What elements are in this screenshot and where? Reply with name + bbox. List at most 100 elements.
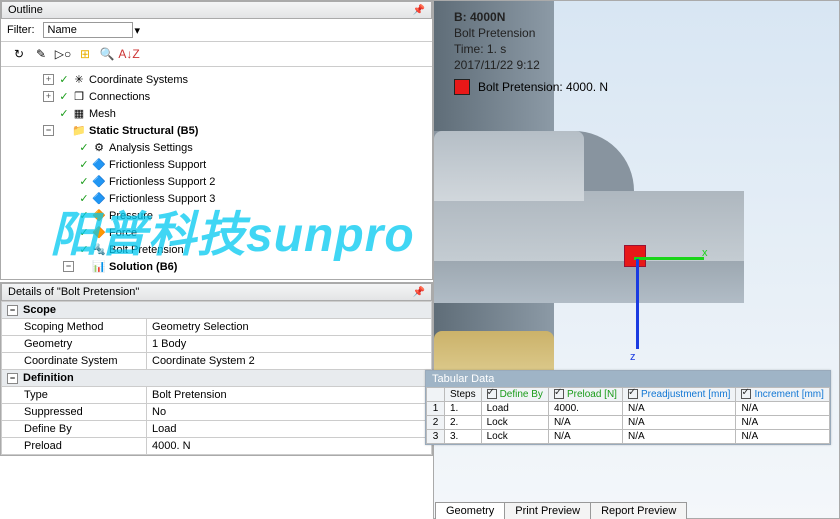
outline-tree[interactable]: +✓✳Coordinate Systems +✓❒Connections ✓▦M… <box>1 67 432 279</box>
checkbox-icon <box>487 389 497 399</box>
vp-name: Bolt Pretension <box>454 25 540 41</box>
outline-toolbar: ↻ ✎ ▷○ ⊞ 🔍 A↓Z <box>1 42 432 67</box>
table-row[interactable]: 33.LockN/AN/AN/A <box>427 430 830 444</box>
tabular-title: Tabular Data <box>426 371 830 387</box>
details-title: Details of "Bolt Pretension" <box>8 286 139 298</box>
legend-text: Bolt Pretension: 4000. N <box>478 80 608 94</box>
check-icon: ✓ <box>57 107 71 120</box>
filter-field[interactable] <box>43 22 133 38</box>
add-icon[interactable]: ⊞ <box>77 46 93 62</box>
checkbox-icon <box>741 389 751 399</box>
tree-force[interactable]: ✓🔶Force <box>19 224 428 241</box>
tree-coordinate-systems[interactable]: +✓✳Coordinate Systems <box>19 71 428 88</box>
checkbox-icon <box>554 389 564 399</box>
check-icon: ✓ <box>77 192 91 205</box>
checkbox-icon <box>628 389 638 399</box>
outline-panel: Outline 📌 Filter: ▾ ↻ ✎ ▷○ ⊞ 🔍 A↓Z +✓✳Co… <box>0 0 433 280</box>
row-define-by[interactable]: Define ByLoad <box>2 421 432 438</box>
th-preadj[interactable]: Preadjustment [mm] <box>622 388 735 402</box>
collapse-icon[interactable]: − <box>7 305 18 316</box>
tab-geometry[interactable]: Geometry <box>435 502 505 519</box>
viewport-legend: Bolt Pretension: 4000. N <box>454 79 608 95</box>
check-icon: ✓ <box>77 243 91 256</box>
axis-y-label: z <box>630 351 636 363</box>
pin-icon[interactable]: 📌 <box>413 5 425 16</box>
collapse-icon[interactable]: − <box>43 125 54 136</box>
check-icon: ✓ <box>77 158 91 171</box>
viewport-info: B: 4000N Bolt Pretension Time: 1. s 2017… <box>454 9 540 73</box>
tab-print-preview[interactable]: Print Preview <box>504 502 591 519</box>
filter-bar: Filter: ▾ <box>1 19 432 42</box>
tree-static-structural[interactable]: −📁Static Structural (B5) <box>19 122 428 139</box>
tree-frictionless-2[interactable]: ✓🔷Frictionless Support 2 <box>19 173 428 190</box>
th-define[interactable]: Define By <box>481 388 548 402</box>
th-steps[interactable]: Steps <box>445 388 482 402</box>
details-panel: Details of "Bolt Pretension" 📌 −Scope Sc… <box>0 282 433 456</box>
details-table: −Scope Scoping MethodGeometry Selection … <box>1 301 432 455</box>
vp-time: Time: 1. s <box>454 41 540 57</box>
th-incr[interactable]: Increment [mm] <box>736 388 829 402</box>
tree-frictionless-3[interactable]: ✓🔷Frictionless Support 3 <box>19 190 428 207</box>
collapse-icon[interactable]: − <box>7 373 18 384</box>
sort-icon[interactable]: A↓Z <box>121 46 137 62</box>
support-icon: 🔷 <box>91 192 107 205</box>
tabular-panel: Tabular Data Steps Define By Preload [N]… <box>425 370 831 445</box>
outline-title-bar: Outline 📌 <box>1 1 432 19</box>
support-icon: 🔷 <box>91 158 107 171</box>
check-icon: ✓ <box>57 73 71 86</box>
axis-icon: ✳ <box>71 73 87 86</box>
bottom-tabs: Geometry Print Preview Report Preview <box>435 502 686 519</box>
tree-pressure[interactable]: ✓🔶Pressure <box>19 207 428 224</box>
bolt-icon: 🔩 <box>91 243 107 256</box>
dropdown-icon[interactable]: ▾ <box>135 24 141 37</box>
pin-icon[interactable]: 📌 <box>413 287 425 298</box>
th-preload[interactable]: Preload [N] <box>548 388 622 402</box>
check-icon: ✓ <box>77 141 91 154</box>
tab-report-preview[interactable]: Report Preview <box>590 502 687 519</box>
table-row[interactable]: 22.LockN/AN/AN/A <box>427 416 830 430</box>
folder-icon: 📁 <box>71 124 87 137</box>
outline-title: Outline <box>8 4 43 16</box>
filter-icon[interactable]: 🔍 <box>99 46 115 62</box>
tree-analysis-settings[interactable]: ✓⚙Analysis Settings <box>19 139 428 156</box>
pressure-icon: 🔶 <box>91 209 107 222</box>
check-icon: ✓ <box>57 90 71 103</box>
tree-bolt-pretension[interactable]: ✓🔩Bolt Pretension <box>19 241 428 258</box>
check-icon: ✓ <box>77 226 91 239</box>
row-preload[interactable]: Preload4000. N <box>2 438 432 455</box>
refresh-icon[interactable]: ↻ <box>11 46 27 62</box>
collapse-icon[interactable]: − <box>63 261 74 272</box>
row-suppressed[interactable]: SuppressedNo <box>2 404 432 421</box>
tree-connections[interactable]: +✓❒Connections <box>19 88 428 105</box>
legend-swatch <box>454 79 470 95</box>
expand-icon[interactable]: ▷○ <box>55 46 71 62</box>
bolt-marker <box>624 245 646 267</box>
row-coord-sys[interactable]: Coordinate SystemCoordinate System 2 <box>2 353 432 370</box>
settings-icon: ⚙ <box>91 141 107 154</box>
expand-icon[interactable]: + <box>43 74 54 85</box>
details-title-bar: Details of "Bolt Pretension" 📌 <box>1 283 432 301</box>
axis-x-label: x <box>702 247 708 259</box>
vp-b-label: B: 4000N <box>454 9 540 25</box>
tree-solution[interactable]: −📊Solution (B6) <box>19 258 428 275</box>
check-icon: ✓ <box>77 175 91 188</box>
axis-y <box>636 259 639 349</box>
row-geometry[interactable]: Geometry1 Body <box>2 336 432 353</box>
tabular-table[interactable]: Steps Define By Preload [N] Preadjustmen… <box>426 387 830 444</box>
row-scoping-method[interactable]: Scoping MethodGeometry Selection <box>2 319 432 336</box>
filter-label: Filter: <box>7 24 35 36</box>
vp-timestamp: 2017/11/22 9:12 <box>454 57 540 73</box>
force-icon: 🔶 <box>91 226 107 239</box>
check-icon: ✓ <box>77 209 91 222</box>
table-row[interactable]: 11.Load4000.N/AN/A <box>427 402 830 416</box>
axis-x <box>634 257 704 260</box>
row-type[interactable]: TypeBolt Pretension <box>2 387 432 404</box>
mesh-icon: ▦ <box>71 107 87 120</box>
tree-mesh[interactable]: ✓▦Mesh <box>19 105 428 122</box>
cube-icon: ❒ <box>71 90 87 103</box>
support-icon: 🔷 <box>91 175 107 188</box>
tree-frictionless-1[interactable]: ✓🔷Frictionless Support <box>19 156 428 173</box>
expand-icon[interactable]: + <box>43 91 54 102</box>
select-icon[interactable]: ✎ <box>33 46 49 62</box>
solution-icon: 📊 <box>91 260 107 273</box>
